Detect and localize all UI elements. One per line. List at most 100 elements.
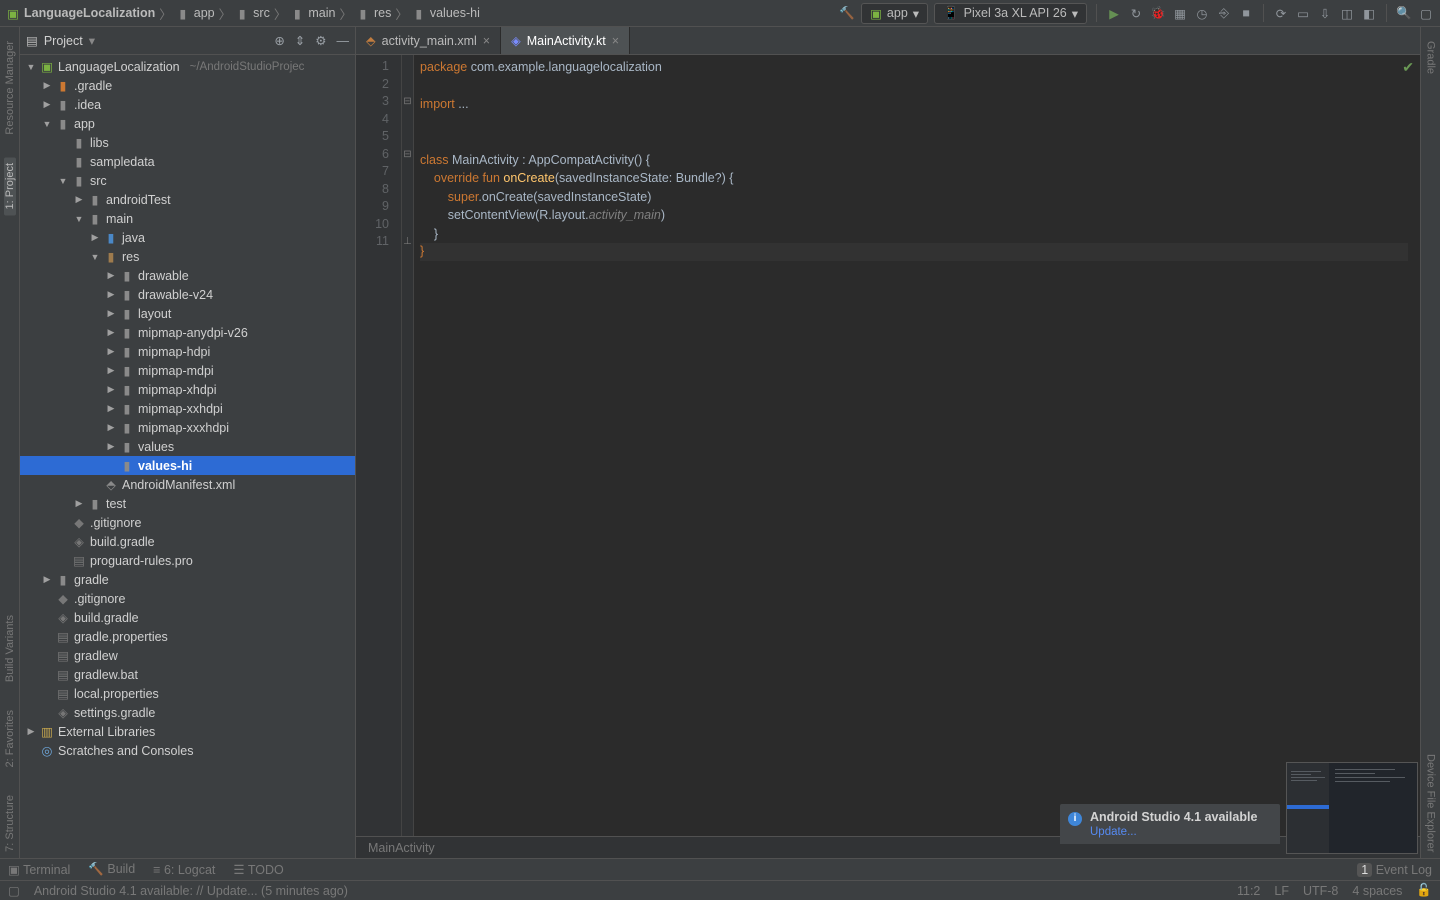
project-tree[interactable]: ▼▣LanguageLocalization~/AndroidStudioPro… xyxy=(20,55,355,858)
breadcrumb-segment[interactable]: ▮main xyxy=(290,6,335,20)
breadcrumb-segment[interactable]: ▮res xyxy=(356,6,391,20)
tree-disclosure-icon[interactable]: ▶ xyxy=(74,194,84,205)
search-icon[interactable]: 🔍 xyxy=(1396,5,1412,21)
breadcrumb-segment[interactable]: ▮app xyxy=(176,6,215,20)
side-tab-gradle[interactable]: Gradle xyxy=(1425,35,1437,80)
tree-item[interactable]: ▶▮layout xyxy=(20,304,355,323)
marker-strip[interactable] xyxy=(1408,55,1420,836)
side-tab-structure[interactable]: 7: Structure xyxy=(4,789,16,858)
sdk-manager-icon[interactable]: ⇩ xyxy=(1317,5,1333,21)
tree-item[interactable]: ▶▮mipmap-anydpi-v26 xyxy=(20,323,355,342)
gear-icon[interactable]: ⚙ xyxy=(315,33,326,48)
tree-item[interactable]: ▶▮mipmap-xxhdpi xyxy=(20,399,355,418)
tree-item[interactable]: ▤gradlew.bat xyxy=(20,665,355,684)
stop-icon[interactable]: ■ xyxy=(1238,5,1254,21)
ide-thumbnail[interactable] xyxy=(1286,762,1418,854)
line-separator[interactable]: LF xyxy=(1274,884,1289,898)
code-editor[interactable]: 1234567891011 ⊟ ⊟ ⊥ package com.example.… xyxy=(356,55,1420,836)
debug-icon[interactable]: 🐞 xyxy=(1150,5,1166,21)
notif-action-link[interactable]: Update... xyxy=(1090,826,1266,838)
tree-disclosure-icon[interactable]: ▶ xyxy=(106,384,116,395)
tree-item[interactable]: ▶▮drawable xyxy=(20,266,355,285)
side-tab-project[interactable]: 1: Project xyxy=(4,157,16,215)
tab-terminal[interactable]: ▣ Terminal xyxy=(8,862,70,877)
tree-item[interactable]: ▶▮java xyxy=(20,228,355,247)
tab-logcat[interactable]: ≡ 6: Logcat xyxy=(153,863,215,877)
tree-disclosure-icon[interactable]: ▼ xyxy=(42,119,52,129)
tree-item[interactable]: ▶▮.gradle xyxy=(20,76,355,95)
breadcrumbs[interactable]: ▣LanguageLocalization〉▮app〉▮src〉▮main〉▮r… xyxy=(6,4,480,23)
breadcrumb-segment[interactable]: ▣LanguageLocalization xyxy=(6,6,155,20)
tree-disclosure-icon[interactable]: ▶ xyxy=(106,403,116,414)
readonly-lock-icon[interactable]: 🔓 xyxy=(1416,883,1432,898)
line-number-gutter[interactable]: 1234567891011 xyxy=(356,55,402,836)
tree-item[interactable]: ▶▮mipmap-xhdpi xyxy=(20,380,355,399)
sync-gradle-icon[interactable]: ⟳ xyxy=(1273,5,1289,21)
tree-disclosure-icon[interactable]: ▼ xyxy=(74,214,84,224)
side-tab-device-explorer[interactable]: Device File Explorer xyxy=(1425,748,1437,858)
tab-build[interactable]: 🔨 Build xyxy=(88,862,135,877)
tree-disclosure-icon[interactable]: ▶ xyxy=(42,99,52,110)
tree-disclosure-icon[interactable]: ▶ xyxy=(90,232,100,243)
apply-changes-icon[interactable]: ↻ xyxy=(1128,5,1144,21)
cursor-position[interactable]: 11:2 xyxy=(1237,884,1260,898)
tree-item[interactable]: ◆.gitignore xyxy=(20,589,355,608)
indent-setting[interactable]: 4 spaces xyxy=(1352,884,1402,898)
tree-disclosure-icon[interactable]: ▼ xyxy=(58,176,68,186)
project-view-label[interactable]: Project xyxy=(44,34,83,48)
attach-debugger-icon[interactable]: ⎆ xyxy=(1216,5,1232,21)
editor-tab[interactable]: ◈MainActivity.kt× xyxy=(501,27,630,54)
tree-item[interactable]: ◎Scratches and Consoles xyxy=(20,741,355,760)
tree-disclosure-icon[interactable]: ▶ xyxy=(74,498,84,509)
coverage-icon[interactable]: ▦ xyxy=(1172,5,1188,21)
tree-item[interactable]: ▤gradle.properties xyxy=(20,627,355,646)
hammer-icon[interactable]: 🔨 xyxy=(839,5,855,21)
minimize-icon[interactable]: — xyxy=(337,34,350,48)
tree-disclosure-icon[interactable]: ▶ xyxy=(106,422,116,433)
tree-disclosure-icon[interactable]: ▶ xyxy=(42,80,52,91)
tree-item[interactable]: ▼▮main xyxy=(20,209,355,228)
tree-item[interactable]: ▶▮test xyxy=(20,494,355,513)
status-icon[interactable]: ▢ xyxy=(8,883,20,898)
locate-icon[interactable]: ⊕ xyxy=(274,33,284,48)
tree-item[interactable]: ▮libs xyxy=(20,133,355,152)
tree-item[interactable]: ▶▮mipmap-xxxhdpi xyxy=(20,418,355,437)
tree-item[interactable]: ◆.gitignore xyxy=(20,513,355,532)
tree-item[interactable]: ⬘AndroidManifest.xml xyxy=(20,475,355,494)
tree-item[interactable]: ▼▣LanguageLocalization~/AndroidStudioPro… xyxy=(20,57,355,76)
tree-item[interactable]: ▮values-hi xyxy=(20,456,355,475)
tab-todo[interactable]: ☰ TODO xyxy=(233,862,283,877)
tree-item[interactable]: ▼▮app xyxy=(20,114,355,133)
tree-item[interactable]: ▶▮androidTest xyxy=(20,190,355,209)
fold-gutter[interactable]: ⊟ ⊟ ⊥ xyxy=(402,55,414,836)
tree-disclosure-icon[interactable]: ▶ xyxy=(106,308,116,319)
tree-disclosure-icon[interactable]: ▶ xyxy=(106,346,116,357)
tree-item[interactable]: ▶▥External Libraries xyxy=(20,722,355,741)
resource-manager-icon[interactable]: ◫ xyxy=(1339,5,1355,21)
tree-disclosure-icon[interactable]: ▶ xyxy=(106,327,116,338)
file-encoding[interactable]: UTF-8 xyxy=(1303,884,1338,898)
tree-item[interactable]: ▮sampledata xyxy=(20,152,355,171)
tree-disclosure-icon[interactable]: ▶ xyxy=(42,574,52,585)
tree-disclosure-icon[interactable]: ▼ xyxy=(90,252,100,262)
tree-item[interactable]: ▶▮mipmap-hdpi xyxy=(20,342,355,361)
crumb-class[interactable]: MainActivity xyxy=(368,841,435,855)
tree-item[interactable]: ◈build.gradle xyxy=(20,532,355,551)
breadcrumb-segment[interactable]: ▮values-hi xyxy=(412,6,480,20)
tree-disclosure-icon[interactable]: ▶ xyxy=(106,270,116,281)
tree-item[interactable]: ◈build.gradle xyxy=(20,608,355,627)
tree-item[interactable]: ▶▮values xyxy=(20,437,355,456)
layout-inspector-icon[interactable]: ◧ xyxy=(1361,5,1377,21)
avd-manager-icon[interactable]: ▭ xyxy=(1295,5,1311,21)
profile-icon[interactable]: ◷ xyxy=(1194,5,1210,21)
breadcrumb-segment[interactable]: ▮src xyxy=(235,6,270,20)
tree-item[interactable]: ▶▮drawable-v24 xyxy=(20,285,355,304)
close-icon[interactable]: × xyxy=(612,34,619,48)
tree-item[interactable]: ▼▮res xyxy=(20,247,355,266)
tree-item[interactable]: ▤local.properties xyxy=(20,684,355,703)
settings-square-icon[interactable]: ▢ xyxy=(1418,5,1434,21)
editor-tab[interactable]: ⬘activity_main.xml× xyxy=(356,27,501,54)
chevron-down-icon[interactable]: ▾ xyxy=(89,33,95,48)
run-icon[interactable]: ▶ xyxy=(1106,5,1122,21)
tree-item[interactable]: ▼▮src xyxy=(20,171,355,190)
